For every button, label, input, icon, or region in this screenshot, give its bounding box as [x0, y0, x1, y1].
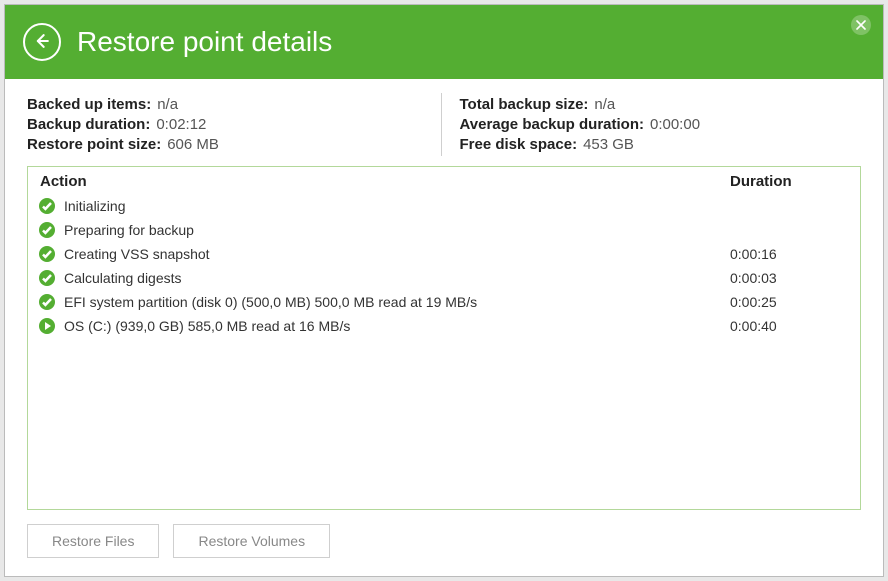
action-duration: 0:00:25 — [730, 294, 850, 310]
success-check-icon — [38, 245, 56, 263]
table-body: Initializing Preparing for backup Creating… — [38, 194, 850, 338]
success-check-icon — [38, 197, 56, 215]
action-duration: 0:00:03 — [730, 270, 850, 286]
action-name: Calculating digests — [64, 270, 730, 286]
in-progress-play-icon — [38, 317, 56, 335]
stat-backed-up-items: Backed up items: n/a — [27, 96, 429, 113]
header-action: Action — [38, 173, 730, 190]
stat-value: 0:00:00 — [650, 116, 700, 133]
success-check-icon — [38, 269, 56, 287]
back-button[interactable] — [23, 23, 61, 61]
stat-label: Free disk space: — [460, 136, 578, 153]
table-row: Preparing for backup — [38, 218, 850, 242]
table-row: Calculating digests0:00:03 — [38, 266, 850, 290]
action-duration: 0:00:16 — [730, 246, 850, 262]
stat-label: Restore point size: — [27, 136, 161, 153]
stat-label: Backed up items: — [27, 96, 151, 113]
stat-label: Average backup duration: — [460, 116, 644, 133]
action-name: Preparing for backup — [64, 222, 730, 238]
stat-value: n/a — [157, 96, 178, 113]
body: Backed up items: n/a Backup duration: 0:… — [5, 79, 883, 576]
stat-total-backup-size: Total backup size: n/a — [460, 96, 862, 113]
action-name: OS (C:) (939,0 GB) 585,0 MB read at 16 M… — [64, 318, 730, 334]
close-button[interactable] — [851, 15, 871, 35]
table-row: Initializing — [38, 194, 850, 218]
table-row: OS (C:) (939,0 GB) 585,0 MB read at 16 M… — [38, 314, 850, 338]
stat-restore-point-size: Restore point size: 606 MB — [27, 136, 429, 153]
header-duration: Duration — [730, 173, 850, 190]
action-duration: 0:00:40 — [730, 318, 850, 334]
action-name: EFI system partition (disk 0) (500,0 MB)… — [64, 294, 730, 310]
action-name: Initializing — [64, 198, 730, 214]
stat-average-backup-duration: Average backup duration: 0:00:00 — [460, 116, 862, 133]
stat-free-disk-space: Free disk space: 453 GB — [460, 136, 862, 153]
table-row: Creating VSS snapshot0:00:16 — [38, 242, 850, 266]
actions-table: Action Duration Initializing Preparing fo… — [27, 166, 861, 510]
restore-point-details-window: Restore point details Backed up items: n… — [4, 4, 884, 577]
stat-value: n/a — [594, 96, 615, 113]
close-icon — [856, 17, 866, 33]
arrow-left-icon — [32, 31, 52, 54]
titlebar: Restore point details — [5, 5, 883, 79]
success-check-icon — [38, 293, 56, 311]
success-check-icon — [38, 221, 56, 239]
stats-panel: Backed up items: n/a Backup duration: 0:… — [27, 93, 861, 156]
stat-value: 606 MB — [167, 136, 219, 153]
stat-label: Backup duration: — [27, 116, 150, 133]
action-name: Creating VSS snapshot — [64, 246, 730, 262]
stat-backup-duration: Backup duration: 0:02:12 — [27, 116, 429, 133]
restore-volumes-button[interactable]: Restore Volumes — [173, 524, 330, 558]
stats-left: Backed up items: n/a Backup duration: 0:… — [27, 93, 442, 156]
restore-files-button[interactable]: Restore Files — [27, 524, 159, 558]
page-title: Restore point details — [77, 26, 332, 58]
table-row: EFI system partition (disk 0) (500,0 MB)… — [38, 290, 850, 314]
table-header: Action Duration — [38, 173, 850, 190]
stat-value: 0:02:12 — [156, 116, 206, 133]
footer: Restore Files Restore Volumes — [27, 510, 861, 558]
stat-value: 453 GB — [583, 136, 634, 153]
stat-label: Total backup size: — [460, 96, 589, 113]
stats-right: Total backup size: n/a Average backup du… — [442, 93, 862, 156]
